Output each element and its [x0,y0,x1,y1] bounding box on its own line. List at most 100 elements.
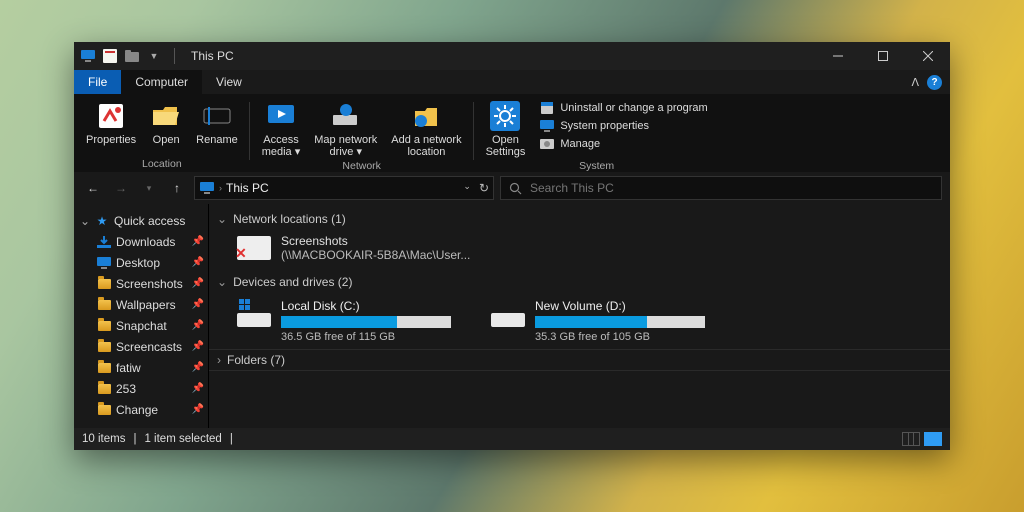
pin-icon[interactable]: 📌 [192,236,204,247]
pin-icon[interactable]: 📌 [192,278,204,289]
ribbon-group-system: Open Settings Uninstall or change a prog… [474,98,720,172]
qat-folder-icon[interactable] [124,48,140,64]
drive-icon [237,299,271,327]
section-devices-drives[interactable]: ⌄ Devices and drives (2) [209,271,950,293]
network-location-name: Screenshots [281,234,470,248]
folder-icon [96,402,112,418]
breadcrumb-label[interactable]: This PC [226,181,269,195]
folder-icon [96,381,112,397]
separator: | [133,433,136,445]
titlebar: ▼ This PC [74,42,950,70]
separator: | [230,433,233,445]
sidebar-item-label: Screenshots [116,277,183,291]
back-button[interactable]: ← [82,177,104,199]
search-input[interactable] [530,181,933,195]
view-details-button[interactable] [902,432,920,446]
sidebar-item-label: Change [116,403,158,417]
ribbon-group-network: Access media ▾ Map network drive ▾ Add a… [250,98,474,172]
uninstall-program-button[interactable]: Uninstall or change a program [539,100,707,116]
sidebar-item-fatiw[interactable]: fatiw📌 [74,357,208,378]
open-folder-icon [150,100,182,132]
sidebar-item-label: Downloads [116,235,175,249]
drive-free-text: 36.5 GB free of 115 GB [281,331,451,343]
chevron-down-icon[interactable]: ⌄ [217,275,227,289]
drive-free-text: 35.3 GB free of 105 GB [535,331,705,343]
add-network-location-button[interactable]: Add a network location [385,98,467,160]
qat-properties-icon[interactable] [102,48,118,64]
navigation-pane: ⌄ ★ Quick access Downloads📌Desktop📌Scree… [74,204,209,428]
ribbon: Properties Open Rename Location Access m… [74,94,950,172]
network-location-item[interactable]: ✕ Screenshots (\\MACBOOKAIR-5B8A\Mac\Use… [209,230,950,271]
sidebar-item-change[interactable]: Change 📌 [74,399,208,420]
ribbon-tabs: File Computer View ᐱ ? [74,70,950,94]
sidebar-item-label: 253 [116,382,136,396]
properties-button[interactable]: Properties [80,98,142,158]
tab-computer[interactable]: Computer [121,70,202,94]
sidebar-item-snapchat[interactable]: Snapchat 📌 [74,315,208,336]
separator [174,48,175,64]
pin-icon[interactable]: 📌 [192,362,204,373]
network-drive-disconnected-icon: ✕ [237,236,271,260]
pin-icon[interactable]: 📌 [192,299,204,310]
ribbon-group-location: Properties Open Rename Location [74,98,250,172]
map-drive-button[interactable]: Map network drive ▾ [308,98,383,160]
content-pane: ⌄ Network locations (1) ✕ Screenshots (\… [209,204,950,428]
rename-button[interactable]: Rename [190,98,244,158]
pin-icon[interactable]: 📌 [192,320,204,331]
search-icon [509,182,522,195]
uninstall-icon [539,100,555,116]
system-properties-button[interactable]: System properties [539,118,707,134]
sidebar-item-screenshots[interactable]: Screenshots 📌 [74,273,208,294]
folder-icon [96,276,112,292]
sidebar-item-screencasts[interactable]: Screencasts 📌 [74,336,208,357]
sidebar-item-label: Wallpapers [116,298,176,312]
media-icon [265,100,297,132]
desktop-icon [96,255,112,271]
maximize-button[interactable] [860,42,905,70]
qat-dropdown-icon[interactable]: ▼ [146,48,162,64]
chevron-down-icon[interactable]: ⌄ [80,214,90,228]
section-folders[interactable]: › Folders (7) [209,349,950,371]
section-network-locations[interactable]: ⌄ Network locations (1) [209,208,950,230]
minimize-button[interactable] [815,42,860,70]
folder-icon [96,360,112,376]
search-box[interactable] [500,176,942,200]
open-settings-button[interactable]: Open Settings [480,98,532,160]
sidebar-item-label: Snapchat [116,319,167,333]
sidebar-item-downloads[interactable]: Downloads 📌 [74,231,208,252]
drive-icon [491,299,525,327]
help-icon[interactable]: ? [927,75,942,90]
address-bar[interactable]: › This PC ⌄ ↻ [194,176,494,200]
sidebar-item-wallpapers[interactable]: Wallpapers 📌 [74,294,208,315]
pin-icon[interactable]: 📌 [192,404,204,415]
collapse-ribbon-icon[interactable]: ᐱ [911,76,919,89]
drive-item[interactable]: New Volume (D:)35.3 GB free of 105 GB [491,299,705,343]
tab-file[interactable]: File [74,70,121,94]
tab-view[interactable]: View [202,70,256,94]
chevron-right-icon[interactable]: › [217,353,221,367]
sidebar-item-253[interactable]: 253 📌 [74,378,208,399]
view-large-icons-button[interactable] [924,432,942,446]
breadcrumb-dropdown-icon[interactable]: ⌄ [463,181,471,195]
recent-chevron-icon[interactable]: ▾ [138,177,160,199]
pin-icon[interactable]: 📌 [192,383,204,394]
pin-icon[interactable]: 📌 [192,257,204,268]
properties-icon [95,100,127,132]
refresh-button[interactable]: ↻ [479,181,489,195]
breadcrumb-chevron-icon[interactable]: › [219,183,222,193]
forward-button[interactable]: → [110,177,132,199]
drive-item[interactable]: Local Disk (C:)36.5 GB free of 115 GB [237,299,451,343]
manage-button[interactable]: Manage [539,136,707,152]
pin-icon[interactable]: 📌 [192,341,204,352]
access-media-button[interactable]: Access media ▾ [256,98,307,160]
drive-usage-bar [535,316,705,328]
sidebar-quick-access[interactable]: ⌄ ★ Quick access [74,210,208,231]
monitor-icon [539,118,555,134]
folder-icon [96,318,112,334]
chevron-down-icon[interactable]: ⌄ [217,212,227,226]
sidebar-item-label: Screencasts [116,340,182,354]
close-button[interactable] [905,42,950,70]
sidebar-item-desktop[interactable]: Desktop📌 [74,252,208,273]
up-button[interactable]: ↑ [166,177,188,199]
open-button[interactable]: Open [144,98,188,158]
